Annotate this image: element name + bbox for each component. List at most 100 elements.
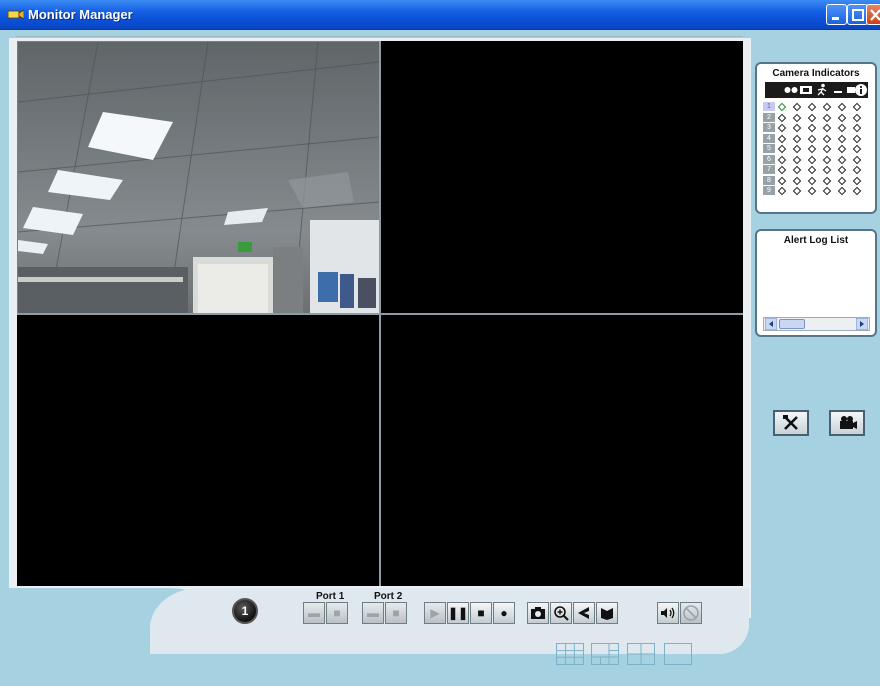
indicator-diamond xyxy=(807,144,817,154)
mute-button[interactable] xyxy=(680,602,702,624)
scroll-right-icon[interactable] xyxy=(856,318,868,330)
zoom-button[interactable] xyxy=(550,602,572,624)
scroll-left-icon[interactable] xyxy=(765,318,777,330)
settings-button[interactable] xyxy=(773,410,809,436)
indicator-diamond xyxy=(777,165,787,175)
camera-feed-1 xyxy=(18,42,379,313)
indicator-header xyxy=(765,82,868,98)
maximize-button[interactable] xyxy=(847,4,868,25)
indicator-diamond xyxy=(807,155,817,164)
video-cell-3[interactable] xyxy=(17,315,380,587)
indicator-diamond xyxy=(852,123,862,133)
camera-icon xyxy=(800,86,812,94)
indicator-diamond xyxy=(837,113,847,122)
indicator-diamond xyxy=(792,155,802,164)
tools-icon xyxy=(783,415,798,430)
indicator-row: 6 xyxy=(763,154,869,166)
left-arrow-icon xyxy=(578,607,589,619)
play-button[interactable]: ▶ xyxy=(424,602,446,624)
scroll-thumb[interactable] xyxy=(779,319,805,329)
indicator-diamond xyxy=(837,134,847,143)
minimize-icon xyxy=(832,17,839,20)
rewind-button[interactable] xyxy=(573,602,595,624)
video-cell-4[interactable] xyxy=(380,315,743,587)
port1-button-a[interactable]: ▬ xyxy=(303,602,325,624)
indicator-row-number[interactable]: 4 xyxy=(763,133,775,143)
layout-6-button[interactable] xyxy=(591,643,619,665)
audio-button[interactable] xyxy=(657,602,679,624)
indicator-row: 1 xyxy=(763,102,869,113)
square-icon: ■ xyxy=(333,606,341,620)
stop-button[interactable]: ■ xyxy=(470,602,492,624)
indicator-diamond xyxy=(807,134,817,143)
indicator-diamond xyxy=(837,165,847,175)
indicator-diamond xyxy=(792,144,802,154)
close-icon xyxy=(870,9,880,21)
indicator-diamond xyxy=(822,155,832,164)
camera-icon xyxy=(531,607,545,619)
indicator-row: 9 xyxy=(763,186,869,197)
indicator-row-number[interactable]: 8 xyxy=(763,175,775,185)
dash-icon: ▬ xyxy=(367,606,379,620)
alert-log-list[interactable] xyxy=(763,247,870,317)
indicator-row: 3 xyxy=(763,123,869,134)
indicator-row-number[interactable]: 7 xyxy=(763,165,775,174)
pause-button[interactable]: ❚❚ xyxy=(447,602,469,624)
frame-divider xyxy=(16,36,743,37)
port2-button-b[interactable]: ■ xyxy=(385,602,407,624)
record-button[interactable]: ● xyxy=(493,602,515,624)
minimize-button[interactable] xyxy=(826,4,847,25)
indicator-diamond xyxy=(837,155,847,164)
port1-button-b[interactable]: ■ xyxy=(326,602,348,624)
port2-label: Port 2 xyxy=(374,591,403,602)
indicator-diamond xyxy=(792,134,802,143)
indicator-row-number[interactable]: 1 xyxy=(763,102,775,111)
layout-1-button[interactable] xyxy=(664,643,692,665)
grid-9-icon xyxy=(557,644,583,664)
indicator-diamond xyxy=(777,144,787,154)
indicator-row-number[interactable]: 2 xyxy=(763,112,775,122)
indicator-diamond xyxy=(792,123,802,133)
zoom-in-icon xyxy=(554,606,569,621)
video-cell-2[interactable] xyxy=(380,41,743,314)
grid-divider-horizontal xyxy=(17,313,743,315)
indicator-diamond xyxy=(807,102,817,112)
alert-log-scrollbar[interactable] xyxy=(763,317,870,331)
indicator-diamond xyxy=(792,176,802,185)
indicator-diamond xyxy=(822,134,832,143)
snapshot-button[interactable] xyxy=(527,602,549,624)
indicator-diamond xyxy=(792,102,802,112)
grid-4-icon xyxy=(628,644,654,664)
indicator-row-number[interactable]: 9 xyxy=(763,186,775,195)
indicator-diamond xyxy=(822,113,832,122)
indicator-diamond xyxy=(822,186,832,196)
record-icon: ● xyxy=(500,606,508,620)
layout-9-button[interactable] xyxy=(556,643,584,665)
maximize-icon xyxy=(852,9,864,21)
indicator-diamond xyxy=(807,186,817,196)
indicator-diamond xyxy=(807,176,817,185)
grid-1-icon xyxy=(665,644,691,664)
indicator-diamond xyxy=(777,123,787,133)
indicator-diamond xyxy=(822,176,832,185)
channel-indicator[interactable]: 1 xyxy=(232,598,258,624)
indicator-row-number[interactable]: 5 xyxy=(763,144,775,153)
book-button[interactable] xyxy=(596,602,618,624)
stop-icon: ■ xyxy=(477,606,485,620)
book-icon xyxy=(601,608,613,620)
mute-icon xyxy=(683,605,699,621)
close-button[interactable] xyxy=(866,4,880,25)
indicator-row-number[interactable]: 6 xyxy=(763,154,775,164)
alert-log-panel: Alert Log List xyxy=(755,229,877,337)
video-cell-1[interactable] xyxy=(17,41,380,314)
indicator-row: 7 xyxy=(763,165,869,176)
indicator-diamond xyxy=(807,113,817,122)
indicator-diamond xyxy=(822,102,832,112)
indicator-diamond xyxy=(837,176,847,185)
indicator-diamond xyxy=(777,102,787,112)
indicator-row-number[interactable]: 3 xyxy=(763,123,775,132)
port2-button-a[interactable]: ▬ xyxy=(362,602,384,624)
layout-4-button[interactable] xyxy=(627,643,655,665)
camera-settings-button[interactable] xyxy=(829,410,865,436)
video-grid xyxy=(17,41,743,587)
